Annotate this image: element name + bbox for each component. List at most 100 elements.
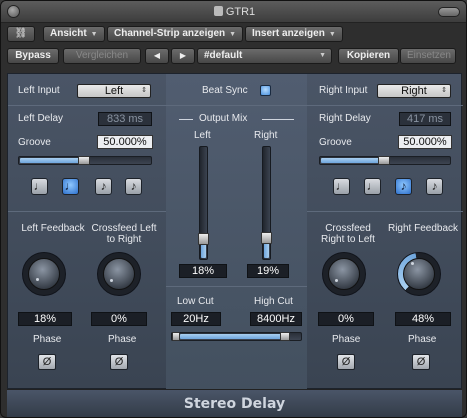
- bypass-button[interactable]: Bypass: [7, 48, 59, 64]
- cut-range-fill: [180, 334, 290, 339]
- output-right-label: Right: [254, 130, 278, 141]
- note-quarter-button[interactable]: ♩: [333, 178, 350, 195]
- right-groove-slider[interactable]: [319, 156, 451, 165]
- beat-sync-toggle[interactable]: [260, 85, 271, 96]
- plugin-icon: [213, 6, 223, 16]
- right-input-label: Right Input: [319, 85, 368, 96]
- high-cut-value[interactable]: 8400Hz: [250, 312, 302, 326]
- plugin-name: Stereo Delay: [183, 396, 286, 412]
- right-feedback-value[interactable]: 48%: [395, 312, 451, 326]
- crossfeed-right-to-left-value[interactable]: 0%: [318, 312, 374, 326]
- right-phase-label: Phase: [408, 334, 437, 345]
- right-feedback-label: Right Feedback: [387, 223, 459, 234]
- cut-range-slider[interactable]: [171, 332, 302, 341]
- left-channel-section: Left Input Left ⇕ Left Delay 833 ms Groov…: [8, 74, 166, 390]
- output-left-label: Left: [194, 130, 211, 141]
- right-channel-section: Right Input Right ⇕ Right Delay 417 ms Gr…: [307, 74, 463, 390]
- divider: [8, 105, 166, 106]
- crossfeed-right-to-left-knob[interactable]: [322, 252, 366, 296]
- plugin-footer: Stereo Delay: [7, 389, 462, 417]
- right-delay-label: Right Delay: [319, 113, 371, 124]
- note-eighth-triplet-button[interactable]: ♪: [426, 178, 443, 195]
- copy-button[interactable]: Kopieren: [338, 48, 399, 64]
- right-groove-handle[interactable]: [378, 156, 390, 165]
- note-eighth-triplet-button[interactable]: ♪: [125, 178, 142, 195]
- left-delay-label: Left Delay: [18, 113, 64, 124]
- note-quarter-dotted-button[interactable]: ♩: [364, 178, 381, 195]
- note-quarter-dotted-button[interactable]: ♩: [62, 178, 79, 195]
- output-right-value[interactable]: 19%: [247, 264, 289, 278]
- crossfeed-right-to-left-label: Crossfeed Right to Left: [321, 223, 375, 245]
- previous-preset-button[interactable]: ◀: [145, 48, 169, 64]
- compare-button[interactable]: Vergleichen: [63, 48, 141, 64]
- left-input-label: Left Input: [18, 85, 60, 96]
- note-eighth-button[interactable]: ♪: [95, 178, 112, 195]
- crossfeed-left-phase-label: Phase: [108, 334, 137, 345]
- left-phase-button[interactable]: Ø: [38, 354, 56, 370]
- left-phase-label: Phase: [33, 334, 62, 345]
- chevron-down-icon: ▼: [328, 31, 336, 38]
- right-delay-field[interactable]: 417 ms: [399, 112, 451, 126]
- right-input-select[interactable]: Right ⇕: [377, 84, 451, 98]
- next-preset-button[interactable]: ▶: [171, 48, 195, 64]
- right-groove-field[interactable]: 50.000%: [398, 135, 452, 149]
- crossfeed-left-to-right-value[interactable]: 0%: [91, 312, 147, 326]
- left-feedback-value[interactable]: 18%: [18, 312, 72, 326]
- low-cut-value[interactable]: 20Hz: [171, 312, 221, 326]
- left-input-select[interactable]: Left ⇕: [77, 84, 151, 98]
- left-groove-handle[interactable]: [78, 156, 90, 165]
- note-quarter-button[interactable]: ♩: [31, 178, 48, 195]
- crossfeed-left-phase-button[interactable]: Ø: [110, 354, 128, 370]
- note-eighth-button[interactable]: ♪: [395, 178, 412, 195]
- output-left-value[interactable]: 18%: [179, 264, 227, 278]
- output-left-slider[interactable]: [198, 146, 209, 260]
- left-delay-field[interactable]: 833 ms: [98, 112, 152, 126]
- divider: [307, 105, 463, 106]
- window-title: GTR1: [1, 6, 466, 18]
- left-feedback-knob[interactable]: [22, 252, 66, 296]
- chevron-down-icon: ▼: [90, 31, 98, 38]
- crossfeed-right-phase-label: Phase: [332, 334, 361, 345]
- low-cut-handle[interactable]: [172, 332, 180, 341]
- output-left-handle[interactable]: [198, 233, 209, 245]
- crossfeed-left-to-right-knob[interactable]: [97, 252, 141, 296]
- left-groove-field[interactable]: 50.000%: [97, 135, 153, 149]
- title-bar: GTR1: [1, 1, 466, 23]
- divider: [166, 286, 307, 287]
- chevron-down-icon: ▼: [229, 31, 237, 38]
- insert-menu[interactable]: Insert anzeigen ▼: [245, 26, 343, 42]
- output-right-slider[interactable]: [261, 146, 272, 260]
- link-button[interactable]: ⛓: [7, 26, 35, 42]
- left-groove-label: Groove: [18, 137, 51, 148]
- plugin-panel: Left Input Left ⇕ Left Delay 833 ms Groov…: [7, 73, 463, 390]
- beat-sync-label: Beat Sync: [202, 85, 248, 96]
- divider: [307, 211, 463, 212]
- left-groove-fill: [20, 158, 85, 163]
- divider: [8, 211, 166, 212]
- plugin-window: GTR1 ⛓ Ansicht ▼ Channel-Strip anzeigen ▼ …: [0, 0, 467, 418]
- paste-button[interactable]: Einsetzen: [400, 48, 456, 64]
- right-feedback-knob[interactable]: [397, 252, 441, 296]
- preset-menu[interactable]: #default ▼: [197, 48, 332, 64]
- output-right-handle[interactable]: [261, 232, 272, 244]
- output-section: Beat Sync Output Mix Left Right 18% 19% …: [166, 74, 307, 390]
- crossfeed-right-phase-button[interactable]: Ø: [337, 354, 355, 370]
- channel-strip-menu[interactable]: Channel-Strip anzeigen ▼: [107, 26, 243, 42]
- divider: [166, 105, 307, 106]
- chevron-down-icon: ▼: [319, 52, 326, 59]
- updown-icon: ⇕: [441, 87, 447, 94]
- left-feedback-label: Left Feedback: [21, 223, 85, 234]
- left-groove-slider[interactable]: [18, 156, 152, 165]
- view-menu[interactable]: Ansicht ▼: [43, 26, 105, 42]
- high-cut-handle[interactable]: [280, 332, 290, 341]
- toolbar-toggle-button[interactable]: [438, 7, 460, 17]
- right-phase-button[interactable]: Ø: [412, 354, 430, 370]
- low-cut-label: Low Cut: [177, 296, 214, 307]
- output-mix-label: Output Mix: [199, 113, 248, 124]
- right-groove-label: Groove: [319, 137, 352, 148]
- crossfeed-left-to-right-label: Crossfeed Left to Right: [91, 223, 157, 245]
- link-icon: ⛓: [14, 28, 28, 39]
- high-cut-label: High Cut: [254, 296, 293, 307]
- right-groove-fill: [321, 158, 385, 163]
- updown-icon: ⇕: [141, 87, 147, 94]
